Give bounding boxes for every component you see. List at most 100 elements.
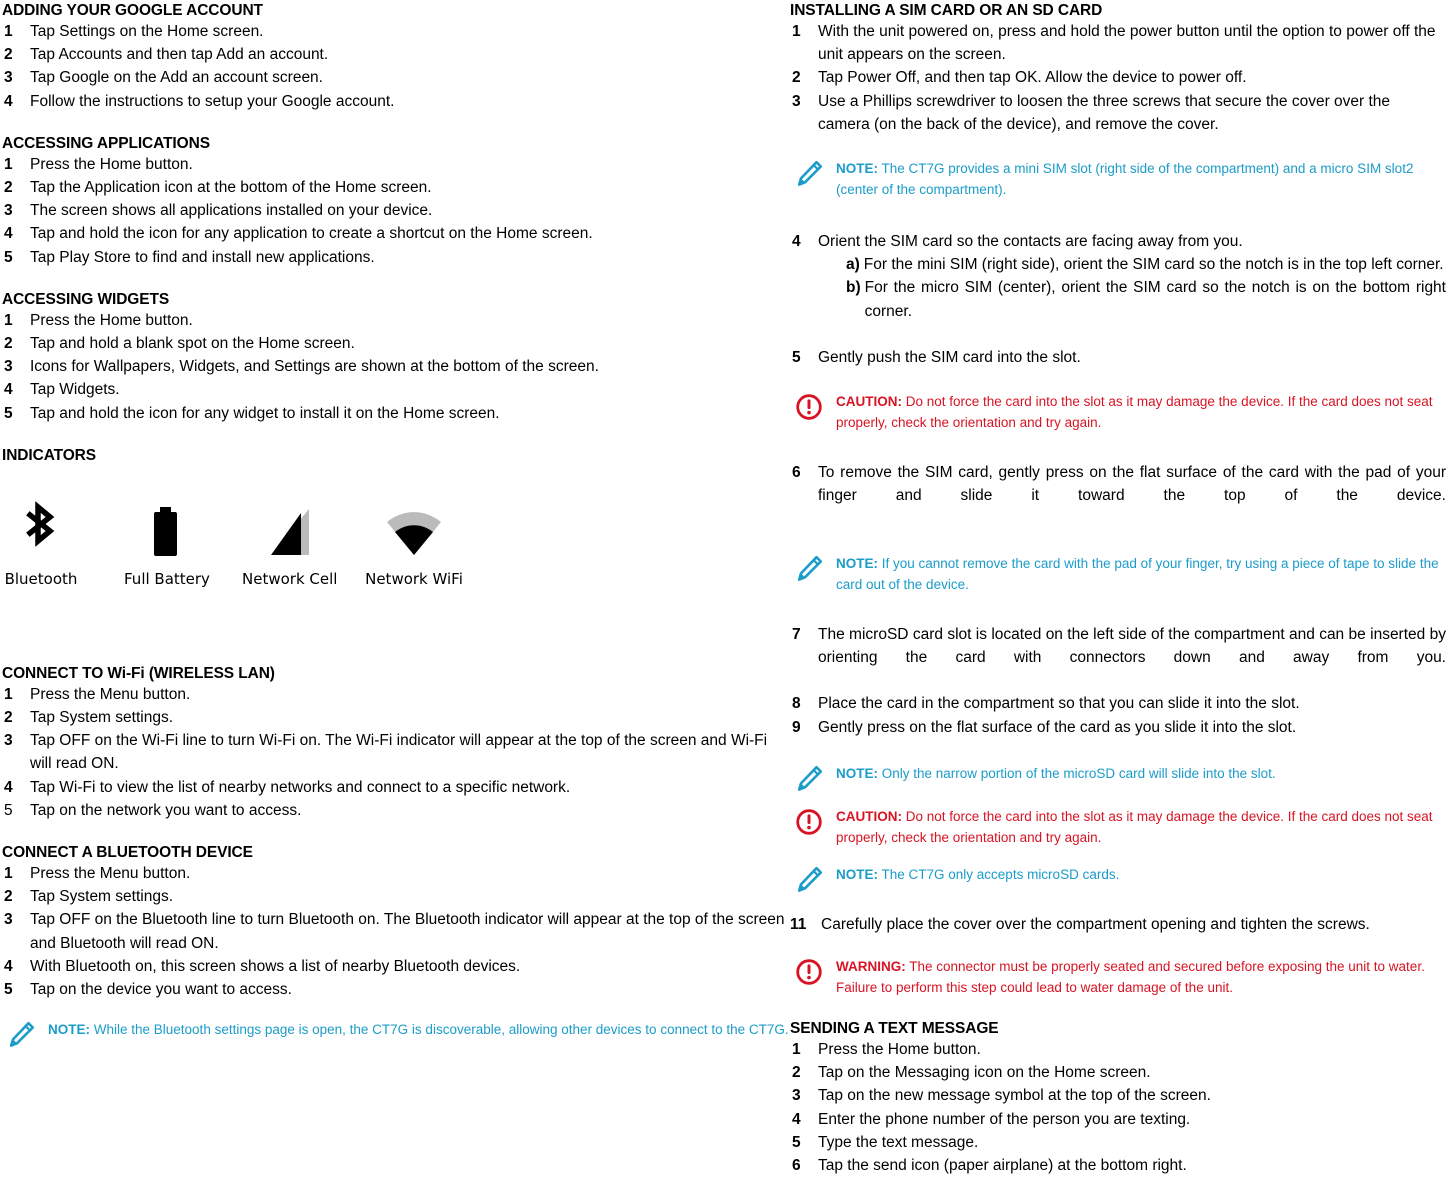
- step-number: 6: [792, 1157, 801, 1175]
- step-item: 9 Gently press on the flat surface of the…: [790, 716, 1446, 739]
- substep-letter: a): [846, 256, 860, 274]
- step-text: Tap on the new message symbol at the top…: [818, 1087, 1211, 1105]
- step-text: Tap and hold a blank spot on the Home sc…: [30, 335, 355, 353]
- step-number: 6: [792, 464, 801, 482]
- indicator-network-wifi: Network WiFi: [364, 497, 464, 589]
- step-text: Carefully place the cover over the compa…: [821, 915, 1370, 933]
- section-heading-bluetooth: CONNECT A BLUETOOTH DEVICE: [2, 844, 253, 862]
- step-text: Tap OFF on the Bluetooth line to turn Bl…: [30, 911, 785, 952]
- step-number: 4: [792, 1110, 801, 1128]
- callout-text: Do not force the card into the slot as i…: [836, 394, 1433, 431]
- callout-body: WARNING: The connector must be properly …: [836, 956, 1446, 998]
- steps-wifi: 1 Press the Menu button. 2 Tap System setti…: [2, 683, 790, 822]
- step-text: Press the Menu button.: [30, 865, 191, 883]
- indicator-legend: Bluetooth Full Battery Network Cell Netw…: [2, 497, 790, 617]
- step-item: 1 Press the Home button.: [2, 309, 790, 332]
- step-item: 2 Tap the Application icon at the bottom …: [2, 176, 790, 199]
- callout-body: NOTE: While the Bluetooth settings page …: [48, 1019, 790, 1040]
- step-item: 3 Tap OFF on the Bluetooth line to turn B…: [2, 908, 790, 954]
- step-replace-cover: 11 Carefully place the cover over the com…: [790, 913, 1446, 936]
- step-item: 5 Tap and hold the icon for any widget to…: [2, 402, 790, 425]
- callout-caution-sim: CAUTION: Do not force the card into the …: [790, 391, 1446, 433]
- step-text: Orient the SIM card so the contacts are …: [818, 233, 1243, 251]
- step-number: 3: [4, 358, 13, 376]
- callout-label: NOTE:: [48, 1022, 90, 1038]
- callout-label: NOTE:: [836, 161, 878, 177]
- callout-body: NOTE: The CT7G provides a mini SIM slot …: [836, 158, 1446, 200]
- section-heading-google-account: ADDING YOUR GOOGLE ACCOUNT: [2, 2, 263, 19]
- step-text: Use a Phillips screwdriver to loosen the…: [818, 92, 1391, 133]
- step-item: 3 Tap Google on the Add an account screen…: [2, 66, 790, 89]
- step-text: Press the Menu button.: [30, 685, 191, 703]
- full-battery-icon: [124, 497, 206, 563]
- pencil-icon: [790, 864, 836, 895]
- indicator-network-cell: Network Cell: [242, 497, 337, 589]
- step-text: Tap the send icon (paper airplane) at th…: [818, 1157, 1187, 1175]
- step-text: Tap Power Off, and then tap OK. Allow th…: [818, 69, 1247, 87]
- indicator-bluetooth: Bluetooth: [2, 497, 80, 589]
- section-heading-wifi: CONNECT TO Wi-Fi (WIRELESS LAN): [2, 664, 275, 682]
- step-number: 2: [4, 888, 13, 906]
- step-item: 3 Icons for Wallpapers, Widgets, and Sett…: [2, 355, 790, 378]
- step-number: 2: [792, 69, 801, 87]
- step-number: 2: [4, 335, 13, 353]
- network-wifi-icon: [364, 497, 464, 563]
- callout-text: While the Bluetooth settings page is ope…: [90, 1022, 789, 1038]
- step-item: 3 The screen shows all applications insta…: [2, 199, 790, 222]
- caution-icon: [790, 391, 836, 422]
- step-number: 2: [4, 179, 13, 197]
- step-item: 4 Follow the instructions to setup your G…: [2, 90, 790, 113]
- step-text: Press the Home button.: [30, 155, 193, 173]
- step-text: The screen shows all applications instal…: [30, 202, 433, 220]
- step-number: 9: [792, 718, 801, 736]
- right-column: INSTALLING A SIM CARD OR AN SD CARD 1 Wit…: [790, 0, 1450, 1174]
- callout-text: The CT7G provides a mini SIM slot (right…: [836, 161, 1414, 198]
- step-push-sim: 5 Gently push the SIM card into the slot.: [790, 346, 1446, 369]
- step-text: With Bluetooth on, this screen shows a l…: [30, 957, 521, 975]
- step-item: 3 Use a Phillips screwdriver to loosen th…: [790, 90, 1446, 136]
- step-item: 5 Tap on the device you want to access.: [2, 978, 790, 1001]
- step-text: Tap System settings.: [30, 709, 174, 727]
- step-item: 8 Place the card in the compartment so th…: [790, 692, 1446, 715]
- step-item: 3 Tap on the new message symbol at the to…: [790, 1084, 1446, 1107]
- step-item: 1 With the unit powered on, press and hol…: [790, 20, 1446, 66]
- indicator-label: Full Battery: [124, 569, 210, 588]
- substep-letter: b): [846, 279, 861, 297]
- step-item: 1 Press the Home button.: [790, 1038, 1446, 1061]
- step-item: 2 Tap System settings.: [2, 885, 790, 908]
- step-number: 2: [4, 46, 13, 64]
- bluetooth-icon: [2, 497, 80, 563]
- callout-label: CAUTION:: [836, 808, 902, 824]
- steps-accessing-widgets: 1 Press the Home button. 2 Tap and hold a b…: [2, 309, 790, 425]
- indicator-label: Bluetooth: [4, 569, 78, 588]
- callout-text: Do not force the card into the slot as i…: [836, 808, 1433, 845]
- callout-caution-microsd: CAUTION: Do not force the card into the …: [790, 806, 1446, 848]
- indicator-label: Network WiFi: [365, 569, 463, 588]
- step-item: 2 Tap on the Messaging icon on the Home s…: [790, 1061, 1446, 1084]
- step-text: Press the Home button.: [30, 311, 193, 329]
- step-number: 4: [4, 225, 13, 243]
- step-text: Tap on the network you want to access.: [30, 801, 302, 819]
- indicator-label: Network Cell: [242, 569, 338, 588]
- caution-icon: [790, 806, 836, 837]
- section-heading-accessing-applications: ACCESSING APPLICATIONS: [2, 134, 210, 152]
- step-text: Place the card in the compartment so tha…: [818, 695, 1300, 713]
- steps-accessing-applications: 1 Press the Home button. 2 Tap the Applicat…: [2, 153, 790, 269]
- step-item: 6 Tap the send icon (paper airplane) at t…: [790, 1154, 1446, 1177]
- callout-body: CAUTION: Do not force the card into the …: [836, 391, 1446, 433]
- callout-note-sim-slots: NOTE: The CT7G provides a mini SIM slot …: [790, 158, 1446, 200]
- step-text: Tap and hold the icon for any applicatio…: [30, 225, 593, 243]
- callout-body: NOTE: If you cannot remove the card with…: [836, 553, 1446, 595]
- step-item: 4 Tap and hold the icon for any applicati…: [2, 222, 790, 245]
- step-number: 1: [4, 311, 13, 329]
- step-item: 11 Carefully place the cover over the com…: [790, 913, 1446, 936]
- steps-sim-install-a: 1 With the unit powered on, press and hol…: [790, 20, 1446, 136]
- step-text: Tap and hold the icon for any widget to …: [30, 404, 500, 422]
- step-item: 4 With Bluetooth on, this screen shows a …: [2, 955, 790, 978]
- step-item: 4 Tap Widgets.: [2, 378, 790, 401]
- pencil-icon: [790, 553, 836, 584]
- callout-text: The connector must be properly seated an…: [836, 959, 1425, 996]
- callout-text: The CT7G only accepts microSD cards.: [878, 866, 1120, 882]
- step-number: 4: [792, 233, 801, 251]
- step-text: Tap Wi-Fi to view the list of nearby net…: [30, 778, 571, 796]
